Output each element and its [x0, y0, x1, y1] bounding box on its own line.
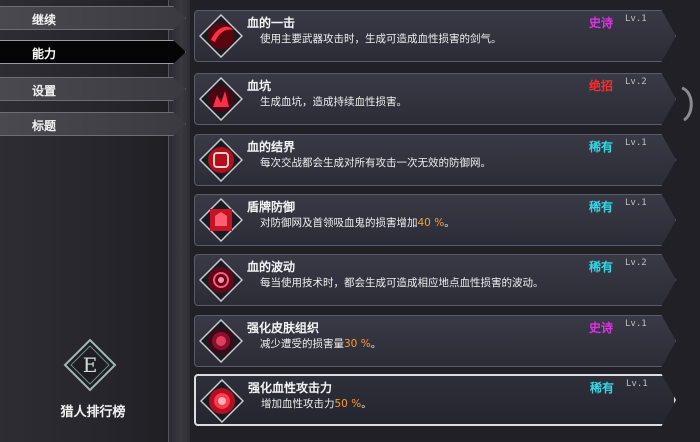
rarity-badge: 绝招 [589, 79, 614, 93]
description-suffix: 。 [370, 338, 382, 350]
description-text: 使用主要武器攻击时，生成可造成血性损害的剑气。 [260, 33, 502, 45]
level-label: Lv.2 [625, 77, 647, 87]
description-highlight: 40 % [417, 217, 445, 229]
scroll-ornament-icon [681, 86, 693, 122]
ability-title: 血的一击 [247, 16, 296, 30]
description-highlight: 50 % [334, 398, 362, 410]
level-label: Lv.1 [625, 319, 647, 329]
ability-title: 强化血性攻击力 [248, 381, 333, 395]
description-suffix: 。 [444, 217, 455, 229]
description-text: 对防御网及首领吸血鬼的损害增加 [260, 217, 418, 229]
ability-card[interactable]: 血的结界每次交战都会生成对所有攻击一次无效的防御网。 稀有 Lv.1 [194, 134, 676, 186]
ability-title: 强化皮肤组织 [247, 321, 320, 335]
blood-pit-icon [199, 77, 243, 121]
ability-title: 血的结界 [247, 140, 296, 154]
ability-card[interactable]: 强化皮肤组织 减少遭受的损害量30 %。 史诗 Lv.1 [194, 315, 676, 367]
blood-barrier-icon [199, 138, 243, 182]
level-label: Lv.1 [625, 198, 647, 208]
emblem-letter: E [83, 353, 98, 377]
ability-title: 血坑 [247, 79, 272, 93]
ability-description: 每次交战都会生成对所有攻击一次无效的防御网。 [260, 155, 491, 170]
ability-description: 使用主要武器攻击时，生成可造成血性损害的剑气。 [260, 31, 502, 46]
level-label: Lv.1 [626, 379, 648, 389]
ability-card[interactable]: 血的波动每当使用技术时，都会生成可造成相应地点血性损害的波动。 稀有 Lv.2 [194, 254, 676, 306]
ability-description: 每当使用技术时，都会生成可造成相应地点血性损害的波动。 [260, 275, 544, 290]
description-text: 每当使用技术时，都会生成可造成相应地点血性损害的波动。 [260, 277, 544, 289]
menu-item-abilities[interactable]: 能力 [0, 40, 186, 64]
ability-description: 生成血坑，造成持续血性损害。 [260, 94, 407, 109]
ability-description: 增加血性攻击力50 %。 [261, 396, 372, 411]
ability-card[interactable]: 盾牌防御 对防御网及首领吸血鬼的损害增加40 %。 稀有 Lv.1 [194, 194, 676, 246]
ability-card[interactable]: 强化血性攻击力 增加血性攻击力50 %。 稀有 Lv.1 [194, 374, 676, 426]
ability-description: 对防御网及首领吸血鬼的损害增加40 %。 [260, 215, 455, 230]
rarity-badge: 史诗 [589, 321, 614, 335]
description-text: 生成血坑，造成持续血性损害。 [260, 96, 407, 108]
ability-description: 减少遭受的损害量30 %。 [260, 336, 381, 351]
rarity-badge: 稀有 [589, 260, 614, 274]
rarity-badge: 稀有 [589, 200, 614, 214]
menu-item-label: 设置 [32, 84, 57, 98]
ability-card[interactable]: 血坑生成血坑，造成持续血性损害。 绝招 Lv.2 [194, 73, 676, 125]
rarity-badge: 史诗 [589, 16, 614, 30]
menu-item-title[interactable]: 标题 [0, 112, 186, 136]
menu-item-label: 标题 [32, 119, 57, 133]
rarity-badge: 稀有 [589, 140, 614, 154]
menu-item-settings[interactable]: 设置 [0, 77, 186, 101]
description-text: 增加血性攻击力 [261, 398, 335, 410]
description-highlight: 30 % [344, 338, 371, 350]
shield-defense-icon [199, 198, 243, 242]
rarity-badge: 稀有 [590, 381, 615, 395]
ability-title: 血的波动 [247, 260, 296, 274]
description-text: 每次交战都会生成对所有攻击一次无效的防御网。 [260, 157, 491, 169]
level-label: Lv.1 [625, 14, 647, 24]
rank-emblem-icon[interactable]: E [63, 338, 117, 392]
ranking-label[interactable]: 猎人排行榜 [0, 401, 186, 420]
menu-item-label: 能力 [32, 47, 57, 61]
description-text: 减少遭受的损害量 [260, 338, 344, 350]
blood-wave-icon [199, 258, 243, 302]
menu-item-label: 继续 [32, 13, 57, 27]
level-label: Lv.1 [625, 138, 647, 148]
description-suffix: 。 [361, 398, 372, 410]
ability-title: 盾牌防御 [247, 200, 296, 214]
ability-card[interactable]: 血的一击使用主要武器攻击时，生成可造成血性损害的剑气。 史诗 Lv.1 [194, 10, 676, 62]
blood-attack-icon [200, 379, 244, 423]
skin-reinforce-icon [199, 319, 243, 363]
level-label: Lv.2 [625, 258, 647, 268]
blood-strike-icon [199, 14, 243, 58]
menu-item-continue[interactable]: 继续 [0, 6, 186, 30]
